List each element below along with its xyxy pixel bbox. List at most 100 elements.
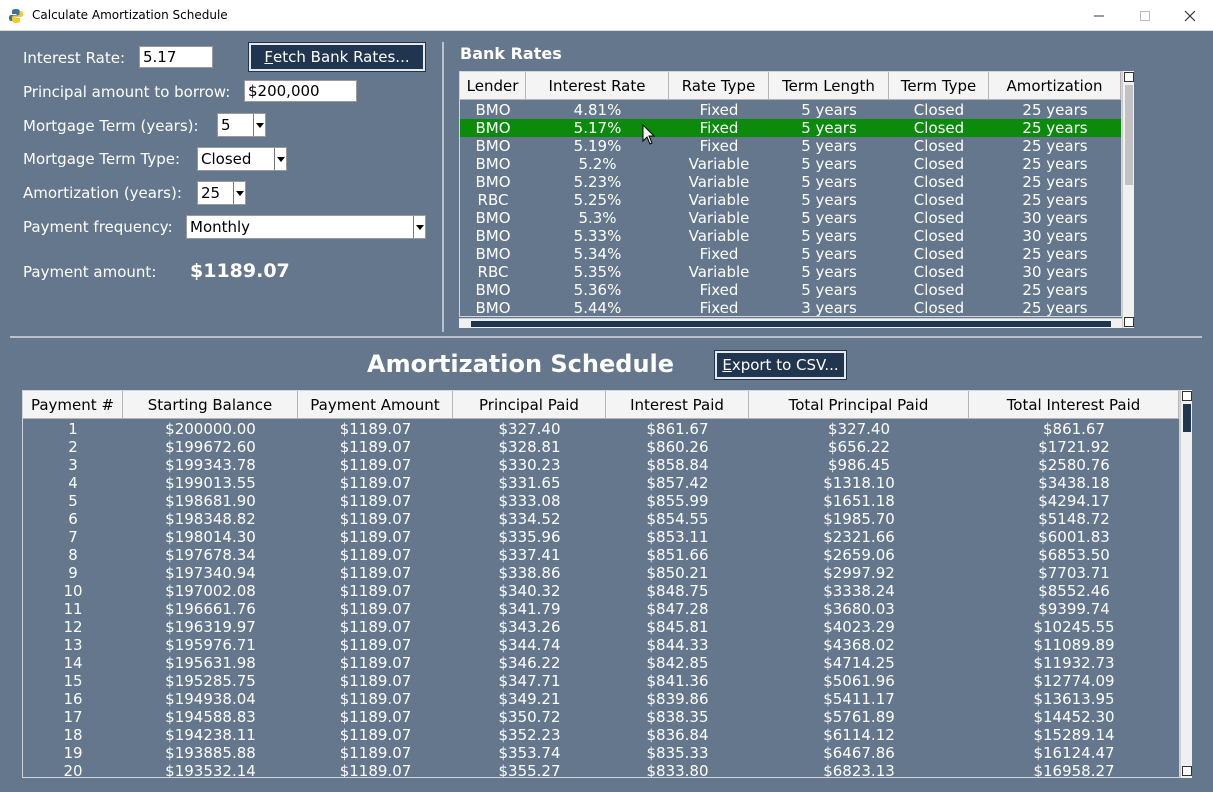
table-row[interactable]: RBC 5.35% Variable 5 years Closed 30 years — [460, 263, 1121, 281]
table-cell: Variable — [688, 155, 750, 173]
table-cell: 25 years — [1022, 119, 1088, 137]
table-row[interactable]: BMO 5.19% Fixed 5 years Closed 25 years — [460, 137, 1121, 155]
fetch-bank-rates-button[interactable]: Fetch Bank Rates... — [248, 42, 426, 72]
table-row[interactable]: 17 $194588.83 $1189.07 $350.72 $838.35 $5761.… — [23, 708, 1179, 726]
bank-column-header[interactable]: Term Type — [889, 72, 989, 100]
bank-rates-horizontal-scrollbar[interactable] — [459, 318, 1122, 328]
table-cell: $194938.04 — [165, 690, 256, 708]
mortgage-term-select[interactable]: 5 — [217, 113, 266, 137]
table-row[interactable]: BMO 5.2% Variable 5 years Closed 25 years — [460, 155, 1121, 173]
schedule-column-header[interactable]: Payment # — [23, 391, 123, 419]
schedule-column-header[interactable]: Interest Paid — [606, 391, 749, 419]
schedule-column-header[interactable]: Payment Amount — [298, 391, 453, 419]
table-cell: $835.33 — [646, 744, 709, 762]
payment-frequency-select[interactable]: Monthly — [186, 215, 426, 239]
table-row[interactable]: 3 $199343.78 $1189.07 $330.23 $858.84 $986.45… — [23, 456, 1179, 474]
table-row[interactable]: RBC 5.25% Variable 5 years Closed 25 years — [460, 191, 1121, 209]
table-cell: $833.80 — [646, 762, 709, 778]
amortization-select[interactable]: 25 — [197, 181, 246, 205]
table-row[interactable]: 15 $195285.75 $1189.07 $347.71 $841.36 $5061.… — [23, 672, 1179, 690]
scroll-up-icon[interactable] — [1182, 391, 1192, 401]
table-row[interactable]: 5 $198681.90 $1189.07 $333.08 $855.99 $1651.1… — [23, 492, 1179, 510]
table-row[interactable]: BMO 5.33% Variable 5 years Closed 30 years — [460, 227, 1121, 245]
table-cell: 5 — [68, 492, 78, 510]
table-cell: 11 — [63, 600, 83, 618]
scroll-up-icon[interactable] — [1124, 72, 1134, 82]
bank-column-header[interactable]: Lender — [460, 72, 526, 100]
schedule-column-header[interactable]: Principal Paid — [453, 391, 606, 419]
table-cell: $331.65 — [498, 474, 561, 492]
bank-column-header[interactable]: Interest Rate — [526, 72, 669, 100]
table-cell: 5.2% — [578, 155, 617, 173]
table-cell: 25 years — [1022, 137, 1088, 155]
table-row[interactable]: 18 $194238.11 $1189.07 $352.23 $836.84 $6114.… — [23, 726, 1179, 744]
table-cell: $193532.14 — [165, 762, 256, 778]
maximize-button[interactable] — [1122, 0, 1168, 31]
schedule-column-header[interactable]: Total Principal Paid — [749, 391, 969, 419]
scroll-down-icon[interactable] — [1124, 317, 1134, 327]
table-row[interactable]: BMO 5.44% Fixed 3 years Closed 25 years — [460, 299, 1121, 316]
table-cell: $199672.60 — [165, 438, 256, 456]
table-row[interactable]: 20 $193532.14 $1189.07 $355.27 $833.80 $6823.… — [23, 762, 1179, 778]
table-cell: $1985.70 — [823, 510, 895, 528]
chevron-down-icon[interactable] — [253, 114, 265, 136]
table-cell: 2 — [68, 438, 78, 456]
table-cell: $11932.73 — [1033, 654, 1115, 672]
table-row[interactable]: 16 $194938.04 $1189.07 $349.21 $839.86 $5411.… — [23, 690, 1179, 708]
principal-input[interactable]: $200,000 — [244, 80, 357, 102]
table-row[interactable]: 1 $200000.00 $1189.07 $327.40 $861.67 $327.40… — [23, 420, 1179, 438]
horizontal-separator — [10, 336, 1202, 338]
chevron-down-icon[interactable] — [413, 216, 425, 238]
table-row[interactable]: 12 $196319.97 $1189.07 $343.26 $845.81 $4023.… — [23, 618, 1179, 636]
table-cell: Closed — [913, 281, 965, 299]
table-row[interactable]: 13 $195976.71 $1189.07 $344.74 $844.33 $4368.… — [23, 636, 1179, 654]
table-cell: $1189.07 — [339, 708, 412, 726]
table-row[interactable]: BMO 5.36% Fixed 5 years Closed 25 years — [460, 281, 1121, 299]
mortgage-term-type-label: Mortgage Term Type: — [23, 150, 181, 168]
bank-column-header[interactable]: Term Length — [769, 72, 889, 100]
table-row[interactable]: 10 $197002.08 $1189.07 $340.32 $848.75 $3338.… — [23, 582, 1179, 600]
scroll-thumb[interactable] — [471, 321, 1111, 327]
table-row[interactable]: BMO 5.3% Variable 5 years Closed 30 years — [460, 209, 1121, 227]
table-cell: Variable — [688, 209, 750, 227]
table-cell: $2997.92 — [823, 564, 895, 582]
schedule-column-header[interactable]: Total Interest Paid — [969, 391, 1179, 419]
mortgage-term-type-select[interactable]: Closed — [197, 147, 287, 171]
table-cell: $861.67 — [1042, 420, 1106, 438]
chevron-down-icon[interactable] — [274, 148, 286, 170]
table-row[interactable]: 14 $195631.98 $1189.07 $346.22 $842.85 $4714.… — [23, 654, 1179, 672]
table-row[interactable]: 19 $193885.88 $1189.07 $353.74 $835.33 $6467.… — [23, 744, 1179, 762]
table-row[interactable]: 2 $199672.60 $1189.07 $328.81 $860.26 $656.22… — [23, 438, 1179, 456]
table-row[interactable]: 4 $199013.55 $1189.07 $331.65 $857.42 $1318.1… — [23, 474, 1179, 492]
table-row[interactable]: 8 $197678.34 $1189.07 $337.41 $851.66 $2659.0… — [23, 546, 1179, 564]
table-row[interactable]: 9 $197340.94 $1189.07 $338.86 $850.21 $2997.9… — [23, 564, 1179, 582]
table-row[interactable]: BMO 5.34% Fixed 5 years Closed 25 years — [460, 245, 1121, 263]
close-button[interactable] — [1167, 0, 1213, 31]
table-row[interactable]: 7 $198014.30 $1189.07 $335.96 $853.11 $2321.6… — [23, 528, 1179, 546]
bank-column-header[interactable]: Amortization — [989, 72, 1121, 100]
chevron-down-icon[interactable] — [233, 182, 245, 204]
amortization-schedule-table[interactable]: Payment # Starting Balance Payment Amount P… — [22, 390, 1180, 778]
table-cell: $656.22 — [827, 438, 891, 456]
table-row[interactable]: BMO 5.23% Variable 5 years Closed 25 years — [460, 173, 1121, 191]
schedule-vertical-scrollbar[interactable] — [1180, 390, 1192, 778]
table-row[interactable]: 11 $196661.76 $1189.07 $341.79 $847.28 $3680.… — [23, 600, 1179, 618]
table-row[interactable]: 6 $198348.82 $1189.07 $334.52 $854.55 $1985.7… — [23, 510, 1179, 528]
schedule-column-header[interactable]: Starting Balance — [123, 391, 298, 419]
export-csv-button[interactable]: Export to CSV... — [714, 350, 847, 380]
table-row-selected[interactable]: BMO 5.17% Fixed 5 years Closed 25 years — [460, 119, 1121, 137]
table-cell: $195631.98 — [165, 654, 256, 672]
table-cell: $327.40 — [827, 420, 891, 438]
bank-column-header[interactable]: Rate Type — [669, 72, 769, 100]
table-cell: $197002.08 — [165, 582, 256, 600]
scroll-down-icon[interactable] — [1182, 766, 1192, 776]
scroll-thumb[interactable] — [1125, 85, 1133, 185]
bank-rates-table[interactable]: Lender Interest Rate Rate Type Term Length T… — [459, 71, 1122, 317]
interest-rate-input[interactable]: 5.17 — [139, 46, 213, 68]
table-row[interactable]: BMO 4.81% Fixed 5 years Closed 25 years — [460, 101, 1121, 119]
bank-rates-vertical-scrollbar[interactable] — [1122, 71, 1134, 328]
table-cell: 1 — [68, 420, 78, 438]
minimize-button[interactable] — [1076, 0, 1122, 31]
scroll-thumb[interactable] — [1183, 404, 1191, 432]
table-cell: BMO — [475, 209, 511, 227]
